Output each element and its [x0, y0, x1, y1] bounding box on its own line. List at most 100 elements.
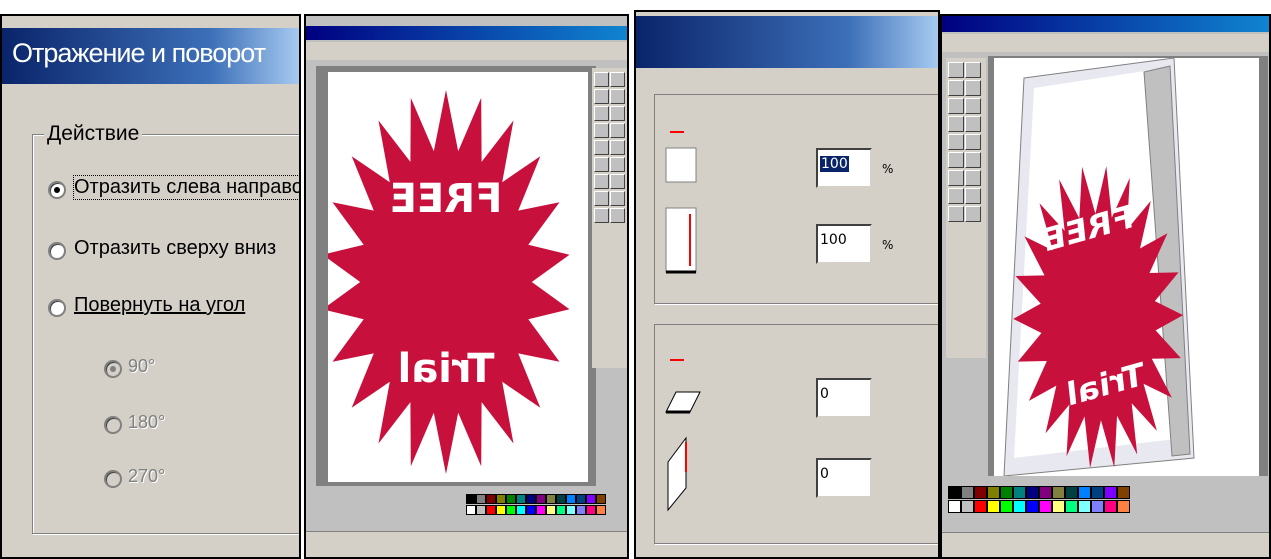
- palette-swatch[interactable]: [1065, 486, 1078, 499]
- tool-button[interactable]: [610, 157, 625, 172]
- palette-swatch[interactable]: [586, 494, 596, 504]
- palette-swatch[interactable]: [526, 505, 536, 515]
- palette-swatch[interactable]: [1013, 486, 1026, 499]
- palette-swatch[interactable]: [1000, 500, 1013, 513]
- paint-menu-bar[interactable]: [306, 42, 627, 60]
- skew-vertical-input[interactable]: 0: [816, 458, 872, 498]
- palette-swatch[interactable]: [1000, 486, 1013, 499]
- palette-swatch[interactable]: [1065, 500, 1078, 513]
- angle-270-radio[interactable]: [104, 470, 122, 488]
- palette-swatch[interactable]: [496, 494, 506, 504]
- palette-swatch[interactable]: [506, 494, 516, 504]
- palette-swatch[interactable]: [1052, 486, 1065, 499]
- palette-swatch[interactable]: [987, 486, 1000, 499]
- stretch-horizontal-input[interactable]: 100: [816, 148, 872, 188]
- tool-button[interactable]: [610, 191, 625, 206]
- palette-swatch[interactable]: [486, 505, 496, 515]
- palette-swatch[interactable]: [466, 505, 476, 515]
- palette-swatch[interactable]: [1013, 500, 1026, 513]
- tool-button[interactable]: [965, 170, 981, 186]
- palette-swatch[interactable]: [476, 505, 486, 515]
- palette-swatch[interactable]: [576, 505, 586, 515]
- palette-swatch[interactable]: [1104, 486, 1117, 499]
- tool-button[interactable]: [965, 116, 981, 132]
- tool-button[interactable]: [965, 62, 981, 78]
- palette-swatch[interactable]: [586, 505, 596, 515]
- tool-button[interactable]: [594, 72, 609, 87]
- tool-button[interactable]: [594, 157, 609, 172]
- tool-button[interactable]: [965, 98, 981, 114]
- tool-button[interactable]: [610, 174, 625, 189]
- tool-button[interactable]: [948, 98, 964, 114]
- tool-button[interactable]: [594, 89, 609, 104]
- palette-swatch[interactable]: [1091, 486, 1104, 499]
- palette-swatch[interactable]: [1078, 500, 1091, 513]
- tool-button[interactable]: [610, 123, 625, 138]
- palette-swatch[interactable]: [1091, 500, 1104, 513]
- color-palette[interactable]: [466, 494, 626, 524]
- palette-swatch[interactable]: [961, 486, 974, 499]
- paint-menu-bar[interactable]: [942, 34, 1269, 52]
- tool-button[interactable]: [948, 134, 964, 150]
- palette-swatch[interactable]: [1026, 486, 1039, 499]
- palette-swatch[interactable]: [1117, 500, 1130, 513]
- tool-button[interactable]: [965, 152, 981, 168]
- angle-90-label[interactable]: 90°: [128, 356, 155, 377]
- tool-button[interactable]: [948, 80, 964, 96]
- palette-swatch[interactable]: [974, 500, 987, 513]
- palette-swatch[interactable]: [948, 486, 961, 499]
- palette-swatch[interactable]: [516, 505, 526, 515]
- rotate-radio[interactable]: [48, 299, 66, 317]
- tool-button[interactable]: [948, 170, 964, 186]
- palette-swatch[interactable]: [1078, 486, 1091, 499]
- palette-swatch[interactable]: [496, 505, 506, 515]
- palette-swatch[interactable]: [596, 494, 606, 504]
- palette-swatch[interactable]: [566, 494, 576, 504]
- palette-swatch[interactable]: [476, 494, 486, 504]
- angle-270-label[interactable]: 270°: [128, 466, 165, 487]
- palette-swatch[interactable]: [556, 494, 566, 504]
- palette-swatch[interactable]: [1117, 486, 1130, 499]
- tool-button[interactable]: [594, 106, 609, 121]
- tool-button[interactable]: [948, 116, 964, 132]
- tool-button[interactable]: [948, 152, 964, 168]
- drawing-canvas[interactable]: FREE Trial: [994, 57, 1259, 477]
- tool-button[interactable]: [948, 206, 964, 222]
- palette-swatch[interactable]: [1039, 486, 1052, 499]
- flip-horizontal-label[interactable]: Отразить слева направо: [73, 175, 299, 200]
- stretch-vertical-input[interactable]: 100: [816, 224, 872, 264]
- palette-swatch[interactable]: [546, 505, 556, 515]
- angle-180-label[interactable]: 180°: [128, 412, 165, 433]
- palette-swatch[interactable]: [526, 494, 536, 504]
- palette-swatch[interactable]: [987, 500, 1000, 513]
- tool-button[interactable]: [610, 89, 625, 104]
- flip-vertical-label[interactable]: Отразить сверху вниз: [74, 237, 276, 260]
- tool-button[interactable]: [610, 106, 625, 121]
- flip-vertical-radio[interactable]: [48, 242, 66, 260]
- palette-swatch[interactable]: [1026, 500, 1039, 513]
- rotate-label[interactable]: Повернуть на угол: [74, 294, 245, 317]
- palette-swatch[interactable]: [596, 505, 606, 515]
- skew-horizontal-input[interactable]: 0: [816, 378, 872, 418]
- palette-swatch[interactable]: [516, 494, 526, 504]
- tool-button[interactable]: [965, 134, 981, 150]
- palette-swatch[interactable]: [974, 486, 987, 499]
- drawing-canvas[interactable]: FREE Trial: [322, 72, 588, 482]
- angle-90-radio[interactable]: [104, 360, 122, 378]
- tool-button[interactable]: [594, 208, 609, 223]
- color-palette[interactable]: [948, 486, 1168, 520]
- palette-swatch[interactable]: [556, 505, 566, 515]
- palette-swatch[interactable]: [466, 494, 476, 504]
- tool-button[interactable]: [594, 140, 609, 155]
- tool-button[interactable]: [610, 72, 625, 87]
- tool-button[interactable]: [965, 206, 981, 222]
- tool-button[interactable]: [948, 188, 964, 204]
- angle-180-radio[interactable]: [104, 416, 122, 434]
- palette-swatch[interactable]: [1039, 500, 1052, 513]
- palette-swatch[interactable]: [576, 494, 586, 504]
- palette-swatch[interactable]: [486, 494, 496, 504]
- palette-swatch[interactable]: [1104, 500, 1117, 513]
- palette-swatch[interactable]: [536, 494, 546, 504]
- tool-button[interactable]: [965, 188, 981, 204]
- tool-button[interactable]: [610, 140, 625, 155]
